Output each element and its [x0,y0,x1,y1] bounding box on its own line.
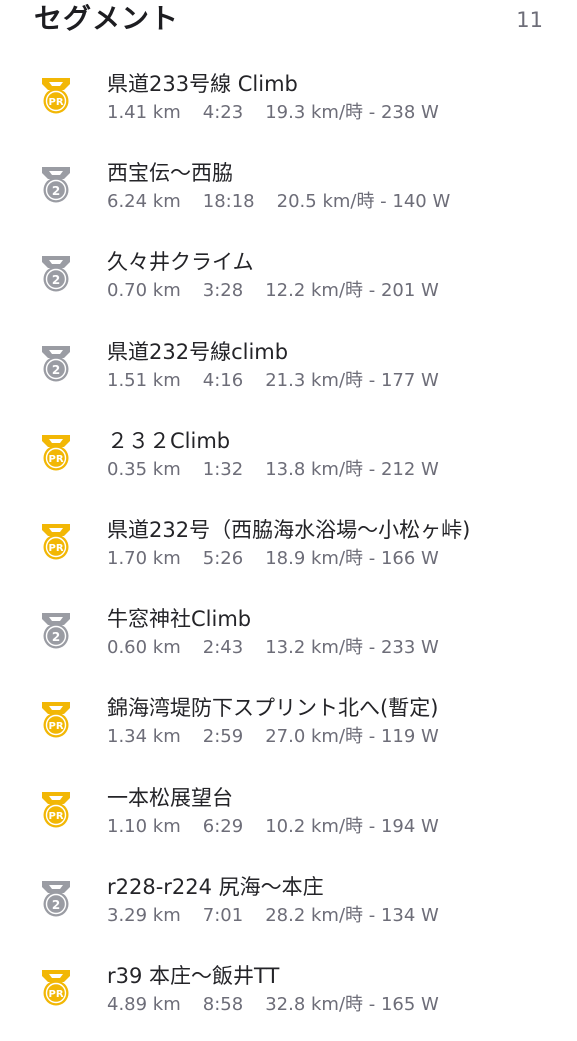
segment-name: 一本松展望台 [107,785,233,810]
segment-count: 11 [516,8,543,32]
segment-speed-power: 18.9 km/時 - 166 W [265,547,439,569]
svg-text:2: 2 [52,184,60,198]
segment-speed-power: 13.8 km/時 - 212 W [265,458,439,480]
segment-speed-power: 27.0 km/時 - 119 W [265,726,439,748]
segment-time: 2:59 [202,726,244,748]
pr-medal-icon: PR [38,522,74,562]
pr-medal-icon: PR [38,433,74,473]
segment-distance: 6.24 km [107,191,181,213]
segment-name: 県道232号（西脇海水浴場〜小松ヶ峠) [107,517,471,542]
segment-row[interactable]: 2 r228-r224 尻海〜本庄 3.29 km 7:01 28.2 km/時 - 1… [0,863,577,952]
segment-distance: 1.70 km [107,547,181,569]
segment-time: 18:18 [202,191,255,213]
pr-medal-icon: PR [38,790,74,830]
segment-name: 錦海湾堤防下スプリント北へ(暫定) [107,696,439,721]
segment-speed-power: 32.8 km/時 - 165 W [265,993,439,1015]
segment-time: 7:01 [202,904,244,926]
segment-time: 2:43 [202,637,244,659]
segment-name: 牛窓神社Climb [107,607,252,632]
segment-speed-power: 10.2 km/時 - 194 W [265,815,439,837]
segment-time: 4:16 [202,369,244,391]
svg-text:2: 2 [52,898,60,912]
pr-medal-icon: PR [38,76,74,116]
segment-name: 西宝伝〜西脇 [107,161,233,186]
segment-name: 県道232号線climb [107,339,289,364]
segment-time: 6:29 [202,815,244,837]
segment-stats: 0.60 km 2:43 13.2 km/時 - 233 W [107,635,439,661]
segment-distance: 1.41 km [107,102,181,123]
segment-stats: 1.70 km 5:26 18.9 km/時 - 166 W [107,546,439,572]
segment-stats: 1.34 km 2:59 27.0 km/時 - 119 W [107,724,439,750]
segment-stats: 1.10 km 6:29 10.2 km/時 - 194 W [107,814,439,840]
second-place-medal-icon: 2 [38,254,74,294]
second-place-medal-icon: 2 [38,879,74,919]
segment-stats: 0.35 km 1:32 13.8 km/時 - 212 W [107,457,439,483]
second-place-medal-icon: 2 [38,165,74,205]
segment-stats: 0.70 km 3:28 12.2 km/時 - 201 W [107,278,439,304]
segment-distance: 1.10 km [107,815,181,837]
segment-row[interactable]: PR 一本松展望台 1.10 km 6:29 10.2 km/時 - 194 W [0,774,577,863]
segment-stats: 4.89 km 8:58 32.8 km/時 - 165 W [107,992,439,1018]
segment-row[interactable]: 2 久々井クライム 0.70 km 3:28 12.2 km/時 - 201 W [0,238,577,327]
segment-row[interactable]: 2 県道232号線climb 1.51 km 4:16 21.3 km/時 - 177 … [0,328,577,417]
segment-name: r228-r224 尻海〜本庄 [107,874,324,899]
segment-name: ２３２Climb [107,428,231,453]
segment-stats: 1.41 km 4:23 19.3 km/時 - 238 W [107,100,439,126]
segment-speed-power: 28.2 km/時 - 134 W [265,904,439,926]
pr-medal-icon: PR [38,968,74,1008]
segment-stats: 3.29 km 7:01 28.2 km/時 - 134 W [107,903,439,929]
segment-speed-power: 19.3 km/時 - 238 W [265,102,439,123]
segment-distance: 1.51 km [107,369,181,391]
segment-speed-power: 13.2 km/時 - 233 W [265,637,439,659]
segment-row[interactable]: PR 県道232号（西脇海水浴場〜小松ヶ峠) 1.70 km 5:26 18.9 km/… [0,506,577,595]
svg-text:PR: PR [48,97,63,108]
segment-time: 5:26 [202,547,244,569]
segment-speed-power: 12.2 km/時 - 201 W [265,280,439,302]
segment-row[interactable]: PR r39 本庄〜飯井TT 4.89 km 8:58 32.8 km/時 - 165 … [0,952,577,1041]
segment-row[interactable]: 2 西宝伝〜西脇 6.24 km 18:18 20.5 km/時 - 140 W [0,149,577,238]
segment-speed-power: 20.5 km/時 - 140 W [276,191,451,213]
segment-distance: 1.34 km [107,726,181,748]
segment-name: r39 本庄〜飯井TT [107,963,280,988]
segment-row[interactable]: PR 県道233号線 Climb 1.41 km 4:23 19.3 km/時 - 23… [0,60,577,149]
segment-distance: 0.60 km [107,637,181,659]
segment-stats: 1.51 km 4:16 21.3 km/時 - 177 W [107,368,439,394]
svg-text:2: 2 [52,630,60,644]
segment-speed-power: 21.3 km/時 - 177 W [265,369,439,391]
pr-medal-icon: PR [38,700,74,740]
svg-text:2: 2 [52,363,60,377]
segment-name: 県道233号線 Climb [107,72,298,96]
segment-row[interactable]: 2 牛窓神社Climb 0.60 km 2:43 13.2 km/時 - 233 W [0,595,577,684]
segment-distance: 3.29 km [107,904,181,926]
segment-row[interactable]: PR 錦海湾堤防下スプリント北へ(暫定) 1.34 km 2:59 27.0 km/時 … [0,684,577,773]
segment-time: 3:28 [202,280,244,302]
segment-distance: 0.35 km [107,458,181,480]
segment-time: 8:58 [202,993,244,1015]
second-place-medal-icon: 2 [38,611,74,651]
segments-header: セグメント 11 [0,0,577,44]
segment-row[interactable]: PR ２３２Climb 0.35 km 1:32 13.8 km/時 - 212 W [0,417,577,506]
segment-stats: 6.24 km 18:18 20.5 km/時 - 140 W [107,189,450,215]
section-title: セグメント [34,2,180,35]
segment-distance: 0.70 km [107,280,181,302]
segment-distance: 4.89 km [107,993,181,1015]
svg-text:PR: PR [48,543,63,554]
svg-text:PR: PR [48,721,63,732]
segment-list: PR 県道233号線 Climb 1.41 km 4:23 19.3 km/時 - 23… [0,60,577,1041]
svg-text:PR: PR [48,454,63,465]
segment-time: 4:23 [202,102,244,123]
segment-time: 1:32 [202,458,244,480]
svg-text:2: 2 [52,273,60,287]
svg-text:PR: PR [48,811,63,822]
segment-name: 久々井クライム [107,250,254,275]
second-place-medal-icon: 2 [38,344,74,384]
svg-text:PR: PR [48,989,63,1000]
